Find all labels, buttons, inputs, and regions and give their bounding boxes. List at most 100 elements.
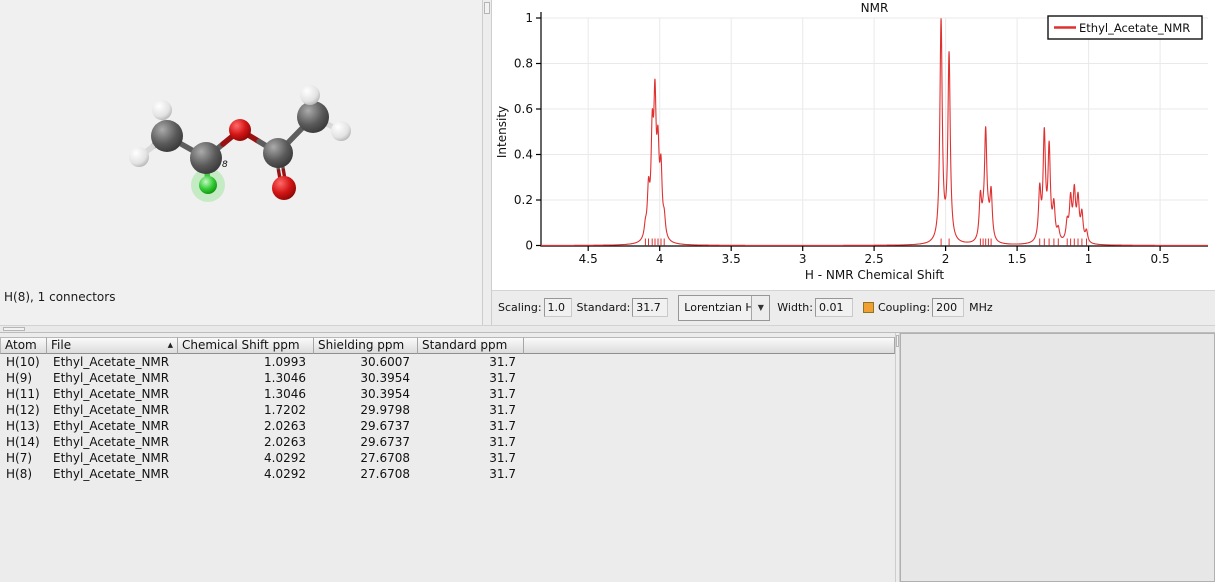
selected-atom-label: 8 [222,160,228,170]
chart-title: NMR [861,1,889,15]
table-cell: 30.3954 [314,370,418,386]
y-tick-label: 0 [525,239,533,253]
table-cell: Ethyl_Acetate_NMR [47,450,178,466]
atom-carbon[interactable] [190,142,222,174]
table-cell: 4.0292 [178,466,314,482]
table-cell: H(11) [0,386,47,402]
molecule-viewer[interactable]: 8 H(8), 1 connectors [0,0,482,325]
column-header-chemical-shift-ppm[interactable]: Chemical Shift ppm [178,337,314,354]
atom-carbon[interactable] [151,120,183,152]
peak-shape-select[interactable]: Lorentzian H ▼ [678,295,770,321]
table-cell: 2.0263 [178,418,314,434]
table-cell: Ethyl_Acetate_NMR [47,402,178,418]
table-cell: 30.6007 [314,354,418,370]
table-cell: Ethyl_Acetate_NMR [47,354,178,370]
coupling-input[interactable]: 200 [932,298,964,317]
table-row[interactable]: H(11)Ethyl_Acetate_NMR1.304630.395431.7 [0,386,895,402]
table-cell: 31.7 [418,450,524,466]
table-cell: 1.0993 [178,354,314,370]
empty-side-panel [900,333,1215,582]
table-cell: Ethyl_Acetate_NMR [47,386,178,402]
table-cell: 31.7 [418,354,524,370]
table-cell: 29.9798 [314,402,418,418]
atom-hydrogen[interactable] [129,147,149,167]
column-header-standard-ppm[interactable]: Standard ppm [418,337,524,354]
splitter-grip[interactable] [3,327,25,331]
table-cell: 31.7 [418,386,524,402]
column-header-file[interactable]: File▲ [47,337,178,354]
x-tick-label: 1.5 [1008,252,1027,266]
atom-carbon[interactable] [263,138,293,168]
table-cell: 2.0263 [178,434,314,450]
y-tick-label: 0.6 [514,102,533,116]
vertical-splitter-top[interactable] [482,0,492,325]
status-text: H(8), 1 connectors [4,290,115,304]
scaling-label: Scaling: [498,301,542,314]
spectra-controls-bar: Scaling: 1.0 Standard: 31.7 Lorentzian H… [492,291,1215,324]
sort-ascending-icon: ▲ [164,338,173,353]
table-row[interactable]: H(9)Ethyl_Acetate_NMR1.304630.395431.7 [0,370,895,386]
table-cell: 27.6708 [314,450,418,466]
legend-label: Ethyl_Acetate_NMR [1079,21,1190,35]
atom-oxygen[interactable] [229,119,251,141]
atom-hydrogen[interactable] [152,100,172,120]
table-cell: H(9) [0,370,47,386]
table-cell: 27.6708 [314,466,418,482]
atom-hydrogen[interactable] [331,121,351,141]
table-row[interactable]: H(8)Ethyl_Acetate_NMR4.029227.670831.7 [0,466,895,482]
standard-input[interactable]: 31.7 [632,298,668,317]
y-tick-label: 1 [525,11,533,25]
table-cell: H(12) [0,402,47,418]
scaling-input[interactable]: 1.0 [544,298,572,317]
coupling-unit-label: MHz [969,301,993,314]
table-body: H(10)Ethyl_Acetate_NMR1.099330.600731.7H… [0,354,895,482]
table-cell: Ethyl_Acetate_NMR [47,418,178,434]
atom-hydrogen-selected[interactable] [199,176,217,194]
width-label: Width: [777,301,813,314]
table-cell: 29.6737 [314,418,418,434]
table-cell: H(8) [0,466,47,482]
table-cell: 30.3954 [314,386,418,402]
coupling-checkbox[interactable] [863,302,874,313]
table-cell: 31.7 [418,434,524,450]
table-cell: Ethyl_Acetate_NMR [47,370,178,386]
y-tick-label: 0.2 [514,193,533,207]
atom-carbon[interactable] [297,101,329,133]
table-cell: 1.3046 [178,386,314,402]
table-cell: 29.6737 [314,434,418,450]
table-row[interactable]: H(10)Ethyl_Acetate_NMR1.099330.600731.7 [0,354,895,370]
molecule-3d-render: 8 [0,0,482,290]
nmr-shift-table: AtomFile▲Chemical Shift ppmShielding ppm… [0,333,895,582]
y-axis-label: Intensity [495,106,509,158]
x-tick-label: 3 [799,252,807,266]
splitter-grip[interactable] [484,2,490,14]
table-row[interactable]: H(12)Ethyl_Acetate_NMR1.720229.979831.7 [0,402,895,418]
spectrum-panel: 00.20.40.60.814.543.532.521.510.5NMRH - … [492,0,1215,325]
x-tick-label: 4.5 [579,252,598,266]
splitter-grip[interactable] [896,335,899,347]
spectrum-plot[interactable]: 00.20.40.60.814.543.532.521.510.5NMRH - … [492,0,1215,291]
atom-oxygen[interactable] [272,176,296,200]
table-cell: 31.7 [418,418,524,434]
column-header-shielding-ppm[interactable]: Shielding ppm [314,337,418,354]
table-cell: H(13) [0,418,47,434]
x-tick-label: 2.5 [865,252,884,266]
atom-hydrogen[interactable] [300,85,320,105]
table-cell: 4.0292 [178,450,314,466]
column-header-atom[interactable]: Atom [0,337,47,354]
table-cell: 1.7202 [178,402,314,418]
table-cell: Ethyl_Acetate_NMR [47,466,178,482]
horizontal-splitter[interactable] [0,325,1215,333]
width-input[interactable]: 0.01 [815,298,853,317]
x-tick-label: 1 [1085,252,1093,266]
table-cell: 31.7 [418,370,524,386]
table-cell: 31.7 [418,466,524,482]
chevron-down-icon[interactable]: ▼ [751,296,769,320]
table-row[interactable]: H(14)Ethyl_Acetate_NMR2.026329.673731.7 [0,434,895,450]
column-header-empty[interactable] [524,337,895,354]
table-row[interactable]: H(7)Ethyl_Acetate_NMR4.029227.670831.7 [0,450,895,466]
table-row[interactable]: H(13)Ethyl_Acetate_NMR2.026329.673731.7 [0,418,895,434]
x-tick-label: 3.5 [722,252,741,266]
x-axis-label: H - NMR Chemical Shift [805,268,945,282]
table-cell: 31.7 [418,402,524,418]
